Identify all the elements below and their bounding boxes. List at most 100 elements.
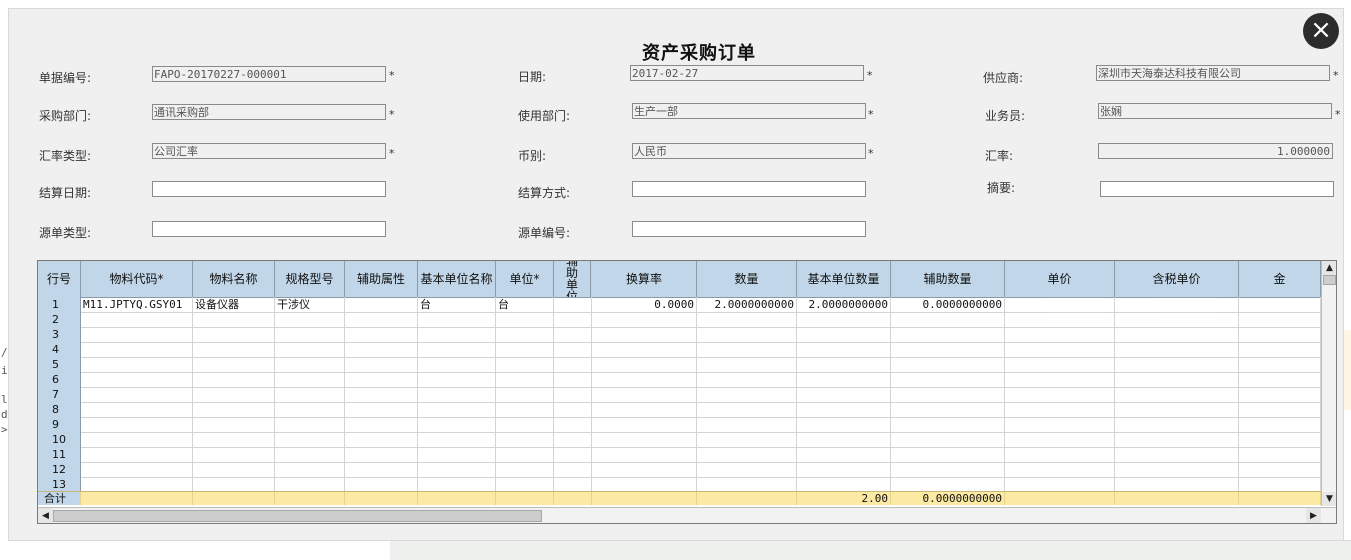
cell-conv-rate[interactable] <box>592 402 697 417</box>
cell-unit[interactable] <box>496 462 554 477</box>
column-header-spec[interactable]: 规格型号 <box>275 261 345 297</box>
cell-qty[interactable]: 2.0000000000 <box>697 297 797 312</box>
cell-unit[interactable] <box>496 402 554 417</box>
cell-conv-rate[interactable] <box>592 342 697 357</box>
cell-spec[interactable] <box>275 477 345 492</box>
cell-amount[interactable] <box>1239 327 1321 342</box>
cell-amount[interactable] <box>1239 417 1321 432</box>
cell-aux-unit[interactable] <box>554 327 592 342</box>
cell-aux-unit[interactable] <box>554 387 592 402</box>
vertical-scrollbar[interactable]: ▲ ▼ <box>1321 261 1336 506</box>
cell-spec[interactable] <box>275 357 345 372</box>
cell-aux-qty[interactable] <box>891 462 1005 477</box>
scroll-down-icon[interactable]: ▼ <box>1322 492 1336 506</box>
cell-conv-rate[interactable] <box>592 417 697 432</box>
table-row[interactable]: 7 <box>38 387 1321 403</box>
cell-unit[interactable] <box>496 447 554 462</box>
supplier-field[interactable]: 深圳市天海泰达科技有限公司 <box>1096 65 1330 81</box>
cell-base-unit-name[interactable] <box>418 342 496 357</box>
cell-aux-qty[interactable] <box>891 432 1005 447</box>
date-field[interactable]: 2017-02-27 <box>630 65 864 81</box>
vertical-scroll-thumb[interactable] <box>1323 275 1336 285</box>
cell-item-code[interactable] <box>81 372 193 387</box>
cell-base-unit-name[interactable] <box>418 477 496 492</box>
cell-tax-price[interactable] <box>1115 387 1239 402</box>
cell-tax-price[interactable] <box>1115 342 1239 357</box>
cell-amount[interactable] <box>1239 357 1321 372</box>
use-dept-field[interactable]: 生产一部 <box>632 103 866 119</box>
cell-unit-price[interactable] <box>1005 447 1115 462</box>
cell-aux-unit[interactable] <box>554 447 592 462</box>
column-header-unit-price[interactable]: 单价 <box>1005 261 1115 297</box>
cell-item-code[interactable] <box>81 357 193 372</box>
table-row[interactable]: 1 M11.JPTYQ.GSY01 设备仪器 干涉仪台台 0.0000 2.0000000… <box>38 297 1321 313</box>
column-header-item-code[interactable]: 物料代码* <box>81 261 193 297</box>
cell-aux-qty[interactable] <box>891 402 1005 417</box>
cell-amount[interactable] <box>1239 387 1321 402</box>
column-header-base-unit-name[interactable]: 基本单位名称 <box>418 261 496 297</box>
cell-item-code[interactable] <box>81 447 193 462</box>
cell-base-unit-name[interactable] <box>418 312 496 327</box>
cell-amount[interactable] <box>1239 312 1321 327</box>
cell-base-qty[interactable] <box>797 357 891 372</box>
cell-qty[interactable] <box>697 447 797 462</box>
cell-spec[interactable] <box>275 462 345 477</box>
cell-aux-attr[interactable] <box>345 297 418 312</box>
cell-item-name[interactable] <box>193 372 275 387</box>
cell-qty[interactable] <box>697 327 797 342</box>
cell-amount[interactable] <box>1239 477 1321 492</box>
cell-unit-price[interactable] <box>1005 477 1115 492</box>
cell-tax-price[interactable] <box>1115 477 1239 492</box>
cell-item-name[interactable] <box>193 417 275 432</box>
cell-aux-attr[interactable] <box>345 327 418 342</box>
scroll-left-icon[interactable]: ◀ <box>38 508 53 523</box>
cell-tax-price[interactable] <box>1115 357 1239 372</box>
column-header-tax-price[interactable]: 含税单价 <box>1115 261 1239 297</box>
cell-item-name[interactable] <box>193 477 275 492</box>
cell-aux-qty[interactable] <box>891 372 1005 387</box>
cell-amount[interactable] <box>1239 432 1321 447</box>
cell-base-unit-name[interactable] <box>418 462 496 477</box>
cell-item-code[interactable] <box>81 417 193 432</box>
column-header-aux-attr[interactable]: 辅助属性 <box>345 261 418 297</box>
cell-item-code[interactable] <box>81 402 193 417</box>
cell-aux-unit[interactable] <box>554 432 592 447</box>
cell-aux-unit[interactable] <box>554 357 592 372</box>
table-row[interactable]: 11 <box>38 447 1321 463</box>
cell-item-name[interactable] <box>193 462 275 477</box>
column-header-unit[interactable]: 单位* <box>496 261 554 297</box>
cell-item-name[interactable] <box>193 342 275 357</box>
horizontal-scroll-thumb[interactable] <box>53 510 542 522</box>
cell-aux-unit[interactable] <box>554 417 592 432</box>
cell-unit[interactable] <box>496 372 554 387</box>
cell-tax-price[interactable] <box>1115 312 1239 327</box>
cell-aux-qty[interactable] <box>891 342 1005 357</box>
horizontal-scrollbar[interactable]: ◀ ▶ <box>38 507 1336 523</box>
cell-base-unit-name[interactable] <box>418 417 496 432</box>
table-row[interactable]: 2 <box>38 312 1321 328</box>
cell-unit[interactable] <box>496 327 554 342</box>
cell-conv-rate[interactable] <box>592 447 697 462</box>
summary-field[interactable] <box>1100 181 1334 197</box>
cell-aux-attr[interactable] <box>345 447 418 462</box>
cell-item-code[interactable] <box>81 327 193 342</box>
cell-qty[interactable] <box>697 477 797 492</box>
cell-spec[interactable] <box>275 342 345 357</box>
cell-unit[interactable] <box>496 432 554 447</box>
cell-spec[interactable] <box>275 402 345 417</box>
cell-base-qty[interactable] <box>797 387 891 402</box>
cell-spec[interactable] <box>275 417 345 432</box>
cell-qty[interactable] <box>697 432 797 447</box>
cell-spec[interactable] <box>275 432 345 447</box>
cell-tax-price[interactable] <box>1115 447 1239 462</box>
cell-aux-unit[interactable] <box>554 312 592 327</box>
cell-aux-unit[interactable] <box>554 402 592 417</box>
cell-base-unit-name[interactable] <box>418 447 496 462</box>
cell-tax-price[interactable] <box>1115 462 1239 477</box>
column-header-amount[interactable]: 金 <box>1239 261 1321 297</box>
table-row[interactable]: 12 <box>38 462 1321 478</box>
cell-aux-attr[interactable] <box>345 312 418 327</box>
cell-item-code[interactable] <box>81 312 193 327</box>
column-header-row-no[interactable]: 行号 <box>38 261 81 297</box>
cell-base-unit-name[interactable] <box>418 432 496 447</box>
